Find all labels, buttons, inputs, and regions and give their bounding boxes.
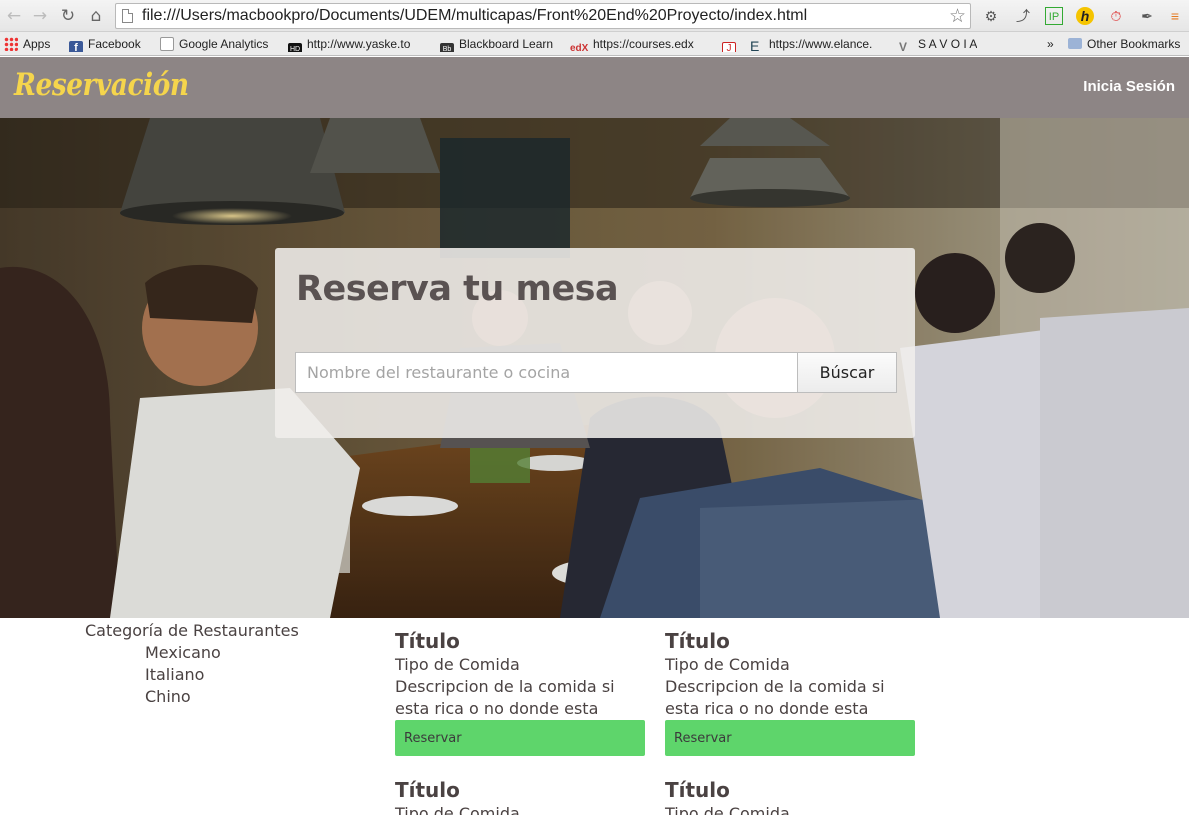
extension-link-icon[interactable]: ⤴ xyxy=(1014,7,1032,25)
j-icon: J xyxy=(722,42,736,52)
card-description: Descripcion de la comida si esta rica o … xyxy=(665,677,885,718)
elance-icon: E xyxy=(750,38,760,52)
bookmark-elance[interactable]: Ehttps://www.elance. xyxy=(750,36,885,52)
categories-heading: Categoría de Restaurantes xyxy=(85,621,299,640)
settings-gear-icon[interactable]: ⚙ xyxy=(982,7,1000,25)
categories-sidebar: Categoría de Restaurantes Mexicano Itali… xyxy=(85,620,299,708)
edx-icon: edX xyxy=(570,43,589,52)
back-arrow-icon[interactable]: ← xyxy=(4,6,24,26)
restaurant-search-input[interactable] xyxy=(295,352,798,393)
eyedropper-icon[interactable]: ✒ xyxy=(1138,7,1156,25)
apps-grid-icon xyxy=(4,37,18,51)
reserve-button[interactable]: Reservar xyxy=(665,720,915,756)
folder-icon xyxy=(1068,38,1082,49)
home-icon[interactable]: ⌂ xyxy=(86,6,106,26)
bookmark-google-analytics[interactable]: Google Analytics xyxy=(160,36,268,52)
hd-icon: HD xyxy=(288,43,302,52)
card-title: Título xyxy=(395,629,460,653)
timer-extension-icon[interactable]: ⏱ xyxy=(1107,7,1125,25)
page-icon xyxy=(122,9,133,23)
bookmark-blackboard[interactable]: Bb Blackboard Learn xyxy=(440,36,553,52)
bookmark-edx[interactable]: edX https://courses.edx xyxy=(570,36,708,52)
category-chino[interactable]: Chino xyxy=(145,686,299,708)
search-button[interactable]: Búscar xyxy=(797,352,897,393)
card-food-type: Tipo de Comida xyxy=(665,804,790,815)
bookmarks-overflow-chevron[interactable]: » xyxy=(1047,36,1054,52)
savoia-icon: V xyxy=(899,40,908,52)
restaurant-card: Título Tipo de Comida xyxy=(665,777,915,815)
restaurant-card: Título Tipo de Comida Descripcion de la … xyxy=(395,628,645,756)
hero-section: Reserva tu mesa Búscar xyxy=(0,118,1189,618)
card-description: Descripcion de la comida si esta rica o … xyxy=(395,677,615,718)
card-title: Título xyxy=(395,778,460,802)
bookmark-apps[interactable]: Apps xyxy=(4,36,50,52)
categories-list: Mexicano Italiano Chino xyxy=(85,642,299,708)
bookmark-facebook[interactable]: f Facebook xyxy=(69,36,141,52)
chrome-menu-icon[interactable]: ≡ xyxy=(1166,7,1184,25)
hero-title: Reserva tu mesa xyxy=(296,269,619,309)
address-url[interactable]: file:///Users/macbookpro/Documents/UDEM/… xyxy=(142,7,807,25)
card-title: Título xyxy=(665,629,730,653)
card-food-type: Tipo de Comida xyxy=(395,804,520,815)
category-italiano[interactable]: Italiano xyxy=(145,664,299,686)
bookmarks-bar: Apps f Facebook Google Analytics HD http:/… xyxy=(0,32,1189,56)
honey-extension-icon[interactable]: h xyxy=(1076,7,1094,25)
browser-toolbar: ← → ↻ ⌂ file:///Users/macbookpro/Documen… xyxy=(0,0,1189,32)
site-header: Reservación Inicia Sesión xyxy=(0,57,1189,118)
facebook-icon: f xyxy=(69,41,83,52)
card-food-type: Tipo de Comida xyxy=(665,655,790,674)
search-panel: Reserva tu mesa Búscar xyxy=(275,248,915,438)
reload-icon[interactable]: ↻ xyxy=(58,6,78,26)
page-icon xyxy=(160,37,174,51)
bookmark-yaske[interactable]: HD http://www.yaske.to xyxy=(288,36,428,52)
restaurant-card: Título Tipo de Comida xyxy=(395,777,645,815)
blackboard-icon: Bb xyxy=(440,43,454,52)
ip-extension-icon[interactable]: IP xyxy=(1045,7,1063,25)
bookmark-j[interactable]: J xyxy=(722,36,741,52)
card-title: Título xyxy=(665,778,730,802)
forward-arrow-icon[interactable]: → xyxy=(30,6,50,26)
login-link[interactable]: Inicia Sesión xyxy=(1083,78,1175,95)
reserve-button[interactable]: Reservar xyxy=(395,720,645,756)
card-food-type: Tipo de Comida xyxy=(395,655,520,674)
bookmark-star-icon[interactable]: ☆ xyxy=(949,5,966,27)
other-bookmarks[interactable]: Other Bookmarks xyxy=(1068,36,1180,52)
bookmark-savoia[interactable]: VS A V O I A xyxy=(899,36,977,52)
category-mexicano[interactable]: Mexicano xyxy=(145,642,299,664)
restaurant-card: Título Tipo de Comida Descripcion de la … xyxy=(665,628,915,756)
address-bar[interactable]: file:///Users/macbookpro/Documents/UDEM/… xyxy=(115,3,971,29)
brand-logo[interactable]: Reservación xyxy=(14,67,189,103)
